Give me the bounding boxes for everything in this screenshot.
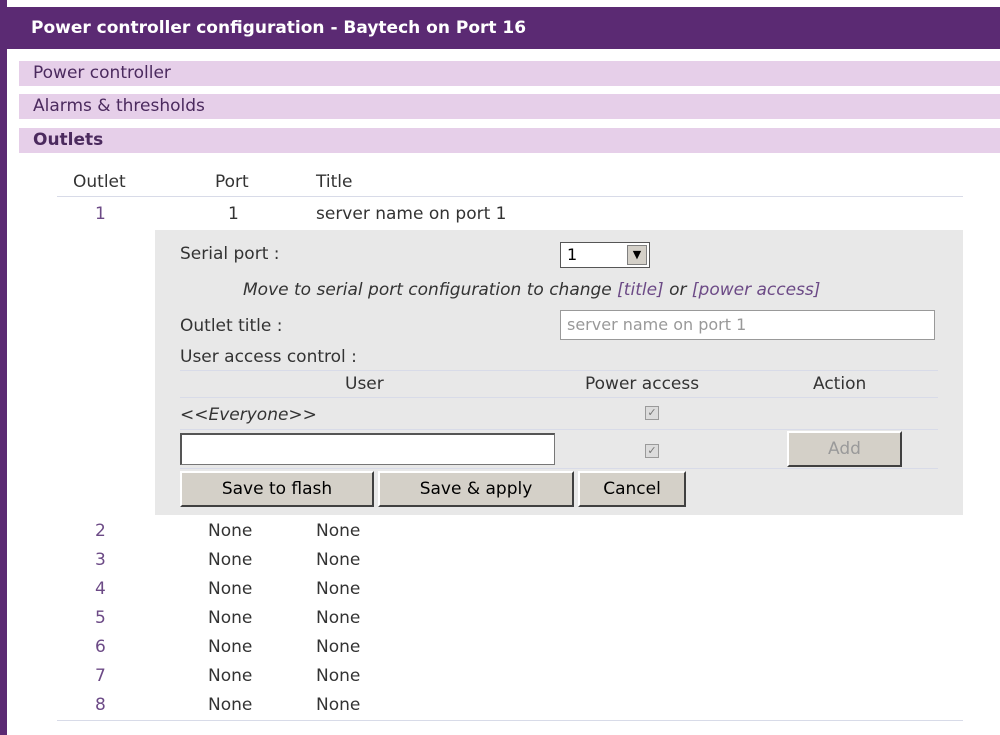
user-access-divider <box>180 370 938 371</box>
outlet-title: None <box>316 521 361 541</box>
add-button[interactable]: Add <box>787 431 902 467</box>
new-user-power-checkbox[interactable]: ✓ <box>645 444 659 458</box>
outlet-port: 1 <box>228 204 239 224</box>
outlet-port: None <box>208 608 253 628</box>
access-header-divider <box>180 397 938 398</box>
section-outlets[interactable]: Outlets <box>19 128 1000 153</box>
everyone-divider <box>180 429 938 430</box>
outlet-title-field[interactable]: server name on port 1 <box>560 310 935 340</box>
outlet-link-5[interactable]: 5 <box>95 608 106 628</box>
power-access-link[interactable]: [power access] <box>692 280 821 300</box>
new-user-divider <box>180 468 938 469</box>
outlet-port: None <box>208 521 253 541</box>
serial-port-select[interactable]: 1 ▼ <box>560 242 650 268</box>
header-divider <box>57 196 963 197</box>
save-and-apply-button[interactable]: Save & apply <box>378 471 574 507</box>
outlet-port: None <box>208 550 253 570</box>
outlet-port: None <box>208 637 253 657</box>
outlet-title: None <box>316 608 361 628</box>
everyone-power-checkbox[interactable]: ✓ <box>645 406 659 420</box>
outlet-port: None <box>208 695 253 715</box>
outlet-port: None <box>208 666 253 686</box>
outlet-link-4[interactable]: 4 <box>95 579 106 599</box>
outlet-link-1[interactable]: 1 <box>95 204 106 224</box>
outlet-title-label: Outlet title : <box>180 316 283 336</box>
new-user-input[interactable] <box>180 433 555 465</box>
window-left-border <box>0 0 7 735</box>
column-header-action: Action <box>813 374 867 394</box>
save-to-flash-button[interactable]: Save to flash <box>180 471 374 507</box>
outlet-title: server name on port 1 <box>316 204 507 224</box>
column-header-title: Title <box>316 172 353 192</box>
outlet-link-2[interactable]: 2 <box>95 521 106 541</box>
outlet-title: None <box>316 666 361 686</box>
title-link[interactable]: [title] <box>617 280 664 300</box>
outlet-title: None <box>316 695 361 715</box>
column-header-outlet: Outlet <box>73 172 126 192</box>
note-text: Move to serial port configuration to cha… <box>243 280 618 300</box>
outlet-link-3[interactable]: 3 <box>95 550 106 570</box>
outlet-title: None <box>316 637 361 657</box>
column-header-power-access: Power access <box>585 374 700 394</box>
config-window: Power controller configuration - Baytech… <box>0 0 1000 735</box>
column-header-user: User <box>345 374 384 394</box>
chevron-down-icon[interactable]: ▼ <box>627 245 647 265</box>
outlet-link-6[interactable]: 6 <box>95 637 106 657</box>
outlet-port: None <box>208 579 253 599</box>
serial-config-note: Move to serial port configuration to cha… <box>243 280 820 300</box>
serial-port-label: Serial port : <box>180 244 280 264</box>
window-title: Power controller configuration - Baytech… <box>7 7 1000 49</box>
column-header-port: Port <box>215 172 249 192</box>
note-or-text: or <box>663 280 692 300</box>
cancel-button[interactable]: Cancel <box>578 471 686 507</box>
user-access-label: User access control : <box>180 347 357 367</box>
section-power-controller[interactable]: Power controller <box>19 61 1000 86</box>
outlet-edit-panel: Serial port : 1 ▼ Move to serial port co… <box>155 230 963 515</box>
outlet-title: None <box>316 550 361 570</box>
section-alarms-thresholds[interactable]: Alarms & thresholds <box>19 94 1000 119</box>
everyone-label: <<Everyone>> <box>180 405 317 425</box>
outlet-link-8[interactable]: 8 <box>95 695 106 715</box>
outlet-link-7[interactable]: 7 <box>95 666 106 686</box>
serial-port-value: 1 <box>567 245 578 264</box>
table-bottom-divider <box>57 720 963 721</box>
outlet-title: None <box>316 579 361 599</box>
